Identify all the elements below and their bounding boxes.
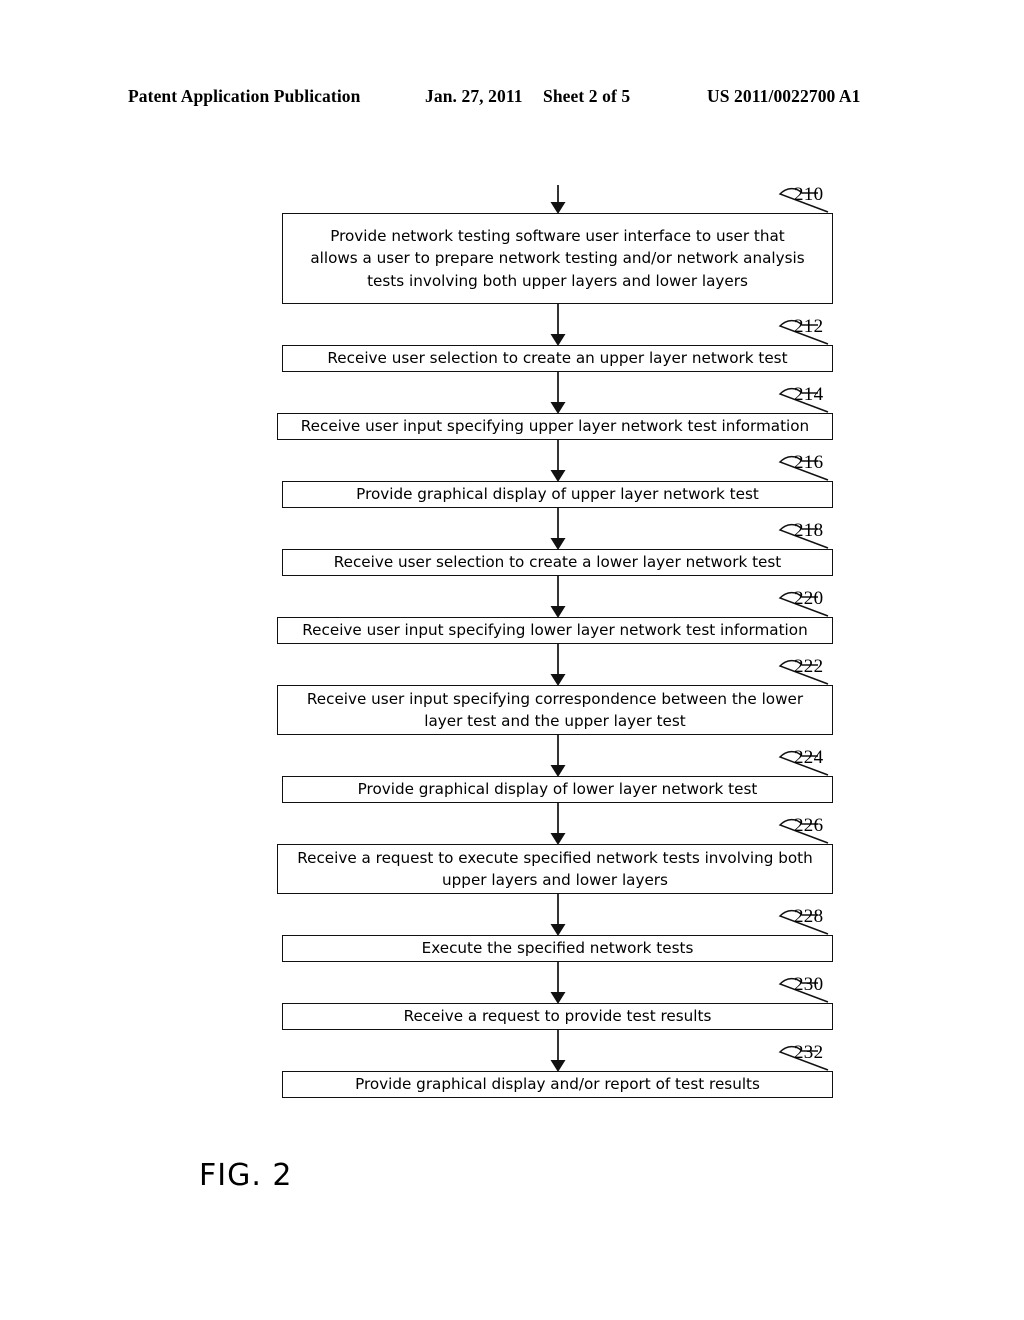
flow-step-ref-228: 228: [794, 906, 824, 927]
flow-step-ref-218: 218: [794, 520, 824, 541]
flowchart-connector-layer: [550, 185, 829, 1072]
flow-step-label-226: Receive a request to execute specified n…: [297, 848, 813, 889]
flow-step-212: Receive user selection to create an uppe…: [282, 345, 833, 372]
flow-step-label-230: Receive a request to provide test result…: [403, 1007, 712, 1026]
flow-step-label-232: Provide graphical display and/or report …: [355, 1075, 760, 1094]
flow-step-ref-232: 232: [794, 1042, 824, 1063]
flowchart-figure: Provide network testing software user in…: [0, 0, 1024, 1320]
flow-step-label-222: Receive user input specifying correspond…: [306, 689, 804, 730]
flow-step-label-214: Receive user input specifying upper laye…: [300, 417, 810, 436]
flow-step-label-216: Provide graphical display of upper layer…: [356, 485, 759, 504]
figure-caption: FIG. 2: [199, 1158, 293, 1193]
flow-step-214: Receive user input specifying upper laye…: [277, 413, 833, 440]
flow-step-220: Receive user input specifying lower laye…: [277, 617, 833, 644]
flow-step-216: Provide graphical display of upper layer…: [282, 481, 833, 508]
flow-step-218: Receive user selection to create a lower…: [282, 549, 833, 576]
flow-step-ref-224: 224: [794, 747, 824, 768]
flow-step-230: Receive a request to provide test result…: [282, 1003, 833, 1030]
flow-step-232: Provide graphical display and/or report …: [282, 1071, 833, 1098]
flow-step-ref-210: 210: [794, 184, 824, 205]
flow-step-228: Execute the specified network tests: [282, 935, 833, 962]
flow-step-ref-226: 226: [794, 815, 824, 836]
flow-step-224: Provide graphical display of lower layer…: [282, 776, 833, 803]
flow-step-210: Provide network testing software user in…: [282, 213, 833, 304]
flow-step-ref-222: 222: [794, 656, 824, 677]
flow-step-ref-220: 220: [794, 588, 824, 609]
flow-step-label-218: Receive user selection to create a lower…: [333, 553, 782, 572]
flow-step-ref-216: 216: [794, 452, 824, 473]
flow-step-ref-230: 230: [794, 974, 824, 995]
flow-step-222: Receive user input specifying correspond…: [277, 685, 833, 735]
flow-step-label-224: Provide graphical display of lower layer…: [357, 780, 758, 799]
flow-step-label-210: Provide network testing software user in…: [310, 227, 805, 290]
flow-step-label-220: Receive user input specifying lower laye…: [302, 621, 808, 640]
flow-step-ref-212: 212: [794, 316, 824, 337]
flow-step-ref-214: 214: [794, 384, 824, 405]
flow-step-label-228: Execute the specified network tests: [421, 939, 694, 958]
flow-step-226: Receive a request to execute specified n…: [277, 844, 833, 894]
flow-step-label-212: Receive user selection to create an uppe…: [327, 349, 788, 368]
